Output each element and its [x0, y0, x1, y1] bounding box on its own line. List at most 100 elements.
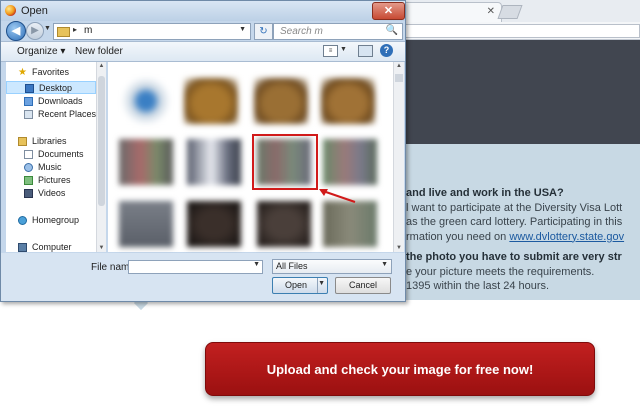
file-thumbnail[interactable]: [323, 139, 377, 185]
change-view-icon[interactable]: ≡: [323, 45, 338, 57]
file-thumbnail[interactable]: [257, 201, 311, 247]
navigation-row: ◀ ▶ ▼ ▸ m ▼ ↻ Search m 🔍: [1, 21, 405, 41]
scrollbar-thumb[interactable]: [395, 74, 403, 82]
forward-button[interactable]: ▶: [26, 22, 44, 40]
sidebar-item-recent-places[interactable]: Recent Places: [6, 108, 96, 121]
navigation-pane: ★ Favorites Desktop Downloads Recent Pla…: [6, 62, 96, 252]
back-button[interactable]: ◀: [6, 21, 26, 41]
sidebar-item-label: Homegroup: [32, 215, 80, 225]
scrollbar-thumb[interactable]: [98, 76, 105, 206]
sidebar-item-label: Desktop: [39, 83, 73, 93]
documents-icon: [24, 150, 33, 159]
sidebar-item-label: Favorites: [32, 67, 70, 77]
search-placeholder: Search m: [280, 26, 323, 37]
file-list-scrollbar[interactable]: ▲ ▼: [393, 62, 404, 252]
url-field[interactable]: [402, 24, 640, 38]
desktop-icon: [25, 84, 34, 93]
sidebar-item-documents[interactable]: Documents: [6, 148, 96, 161]
sidebar-item-homegroup[interactable]: Homegroup: [6, 214, 96, 227]
file-thumbnail[interactable]: [254, 78, 308, 124]
open-options-dropdown-icon[interactable]: ▼: [318, 280, 325, 287]
chevron-down-icon[interactable]: ▼: [381, 261, 388, 268]
downloads-icon: [24, 97, 33, 106]
videos-icon: [24, 189, 33, 198]
info-line-4: e your picture meets the requirements.: [406, 265, 595, 278]
scroll-down-icon[interactable]: ▼: [394, 245, 404, 251]
file-thumbnail[interactable]: [119, 201, 173, 247]
selected-file-highlight: [252, 134, 318, 190]
music-icon: [24, 163, 33, 172]
search-icon[interactable]: 🔍: [386, 25, 398, 36]
chrome-icon: [5, 5, 16, 16]
sidebar-item-label: Music: [38, 162, 62, 172]
sidebar-item-label: Documents: [38, 149, 84, 159]
cancel-button[interactable]: Cancel: [335, 277, 391, 294]
search-input[interactable]: Search m 🔍: [273, 23, 403, 40]
sidebar-item-pictures[interactable]: Pictures: [6, 174, 96, 187]
browser-tab[interactable]: ✕: [400, 2, 502, 23]
close-button[interactable]: ✕: [372, 2, 405, 20]
dialog-title-bar: Open ✕: [1, 1, 405, 21]
scroll-down-icon[interactable]: ▼: [97, 245, 106, 251]
open-button[interactable]: Open ▼: [272, 277, 328, 294]
address-path-bar[interactable]: ▸ m ▼: [53, 23, 251, 40]
computer-icon: [18, 243, 27, 252]
pictures-icon: [24, 176, 33, 185]
open-button-label: Open: [285, 280, 308, 290]
info-line-2: as the green card lottery. Participating…: [406, 216, 623, 228]
info-line-3-text: rmation you need on: [406, 230, 510, 243]
file-name-field[interactable]: ▼: [128, 260, 263, 274]
info-line-5: 1395 within the last 24 hours.: [406, 280, 550, 292]
sidebar-item-label: Downloads: [38, 96, 83, 106]
info-line-1: l want to participate at the Diversity V…: [406, 201, 623, 214]
sidebar-item-music[interactable]: Music: [6, 161, 96, 174]
organize-menu[interactable]: Organize ▾: [17, 46, 65, 57]
file-thumbnail[interactable]: [187, 201, 241, 247]
sidebar-item-label: Libraries: [32, 136, 67, 146]
annotation-arrow-icon: [319, 189, 356, 203]
file-type-value: All Files: [276, 261, 308, 271]
path-dropdown-icon[interactable]: ▼: [239, 26, 246, 33]
sidebar-item-videos[interactable]: Videos: [6, 187, 96, 200]
file-thumbnail[interactable]: [321, 78, 375, 124]
upload-check-button[interactable]: Upload and check your image for free now…: [205, 342, 595, 396]
scroll-up-icon[interactable]: ▲: [97, 63, 106, 69]
recent-places-icon: [24, 110, 33, 119]
sidebar-item-desktop[interactable]: Desktop: [6, 81, 96, 94]
file-thumbnail[interactable]: [184, 78, 238, 124]
arrow-shaft: [322, 190, 356, 203]
preview-pane-icon[interactable]: [358, 45, 373, 57]
sidebar-item-label: Recent Places: [38, 109, 97, 119]
navigation-pane-scrollbar[interactable]: ▲ ▼: [96, 62, 106, 252]
scroll-up-icon[interactable]: ▲: [394, 63, 404, 69]
new-tab-button[interactable]: [497, 5, 523, 19]
file-thumbnail[interactable]: [119, 139, 173, 185]
file-thumbnail[interactable]: [323, 201, 377, 247]
path-separator-icon[interactable]: ▸: [73, 25, 77, 34]
sidebar-item-favorites[interactable]: ★ Favorites: [6, 66, 96, 79]
dialog-toolbar: Organize ▾ New folder ≡ ▼ ?: [1, 41, 405, 62]
dvlottery-link[interactable]: www.dvlottery.state.gov: [509, 231, 624, 243]
info-question-2: the photo you have to submit are very st…: [406, 251, 622, 263]
sidebar-item-downloads[interactable]: Downloads: [6, 95, 96, 108]
folder-icon: [57, 27, 70, 37]
file-type-select[interactable]: All Files ▼: [272, 259, 392, 274]
open-dialog: Open ✕ ◀ ▶ ▼ ▸ m ▼ ↻ Search m 🔍 Organize…: [0, 0, 406, 302]
file-thumbnail[interactable]: [119, 78, 173, 124]
file-thumbnail[interactable]: [187, 139, 241, 185]
libraries-icon: [18, 137, 27, 146]
dialog-bottom-pane: File name: ▼ All Files ▼ Open ▼ Cancel: [1, 253, 405, 301]
recent-locations-dropdown[interactable]: ▼: [44, 25, 51, 32]
info-line-3: rmation you need on www.dvlottery.state.…: [406, 230, 640, 245]
star-icon: ★: [18, 67, 27, 78]
refresh-button[interactable]: ↻: [254, 23, 273, 40]
new-folder-button[interactable]: New folder: [75, 46, 123, 57]
tab-close-icon[interactable]: ✕: [487, 6, 495, 17]
homegroup-icon: [18, 216, 27, 225]
help-icon[interactable]: ?: [380, 44, 393, 57]
path-segment-m[interactable]: m: [84, 25, 92, 36]
sidebar-item-libraries[interactable]: Libraries: [6, 135, 96, 148]
info-question: and live and work in the USA?: [406, 187, 564, 199]
view-options-dropdown[interactable]: ▼: [340, 46, 347, 53]
chevron-down-icon[interactable]: ▼: [253, 261, 260, 268]
